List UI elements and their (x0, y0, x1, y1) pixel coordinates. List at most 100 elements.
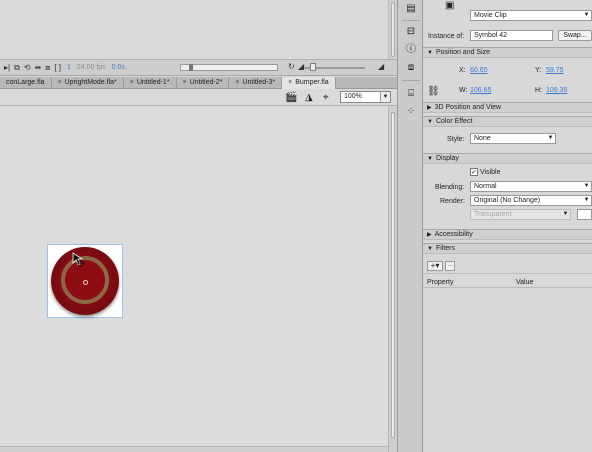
tab-label: UprightMode.fla* (64, 79, 117, 86)
tab-label: conLarge.fla (6, 79, 45, 86)
center-stage-icon[interactable]: ⌖ (323, 92, 329, 103)
clapper-icon[interactable]: 🎬 (285, 92, 297, 103)
style-select[interactable]: None ▼ (470, 133, 556, 144)
onion-skin-icon[interactable]: ⧉ (14, 63, 20, 73)
symbol-type-select[interactable]: Movie Clip ▼ (470, 10, 592, 21)
tab-document[interactable]: × Untitled-3* (229, 77, 283, 89)
chevron-down-icon: ▼ (547, 135, 554, 141)
chevron-down-icon: ▼ (562, 211, 569, 217)
filters-toolbar: +▾ − (423, 258, 592, 274)
edit-bar: 🎬 ◮ ⌖ 100% ▼ (0, 89, 397, 106)
tab-document[interactable]: × UprightMode.fla* (52, 77, 124, 89)
transparent-value: Transparent (474, 211, 512, 218)
background-color-swatch (577, 209, 592, 220)
visible-checkbox[interactable]: ✓ (470, 168, 478, 176)
document-tabs: conLarge.fla × UprightMode.fla* × Untitled… (0, 77, 397, 89)
tab-document[interactable]: × Untitled-1* (124, 77, 177, 89)
onion-outline-icon[interactable]: ⧈ (45, 63, 50, 73)
close-icon[interactable]: × (58, 77, 62, 89)
tab-label: Untitled-2* (189, 79, 223, 86)
close-icon[interactable]: × (288, 77, 292, 89)
section-display[interactable]: ▼ Display (423, 153, 592, 164)
timeline-scroll-knob[interactable] (189, 64, 193, 71)
move-cursor-icon (72, 252, 85, 267)
tab-document[interactable]: × Untitled-2* (177, 77, 230, 89)
filter-table-header: Property Value (423, 278, 592, 288)
center-frame-icon[interactable]: ⇹ (35, 63, 42, 72)
close-icon[interactable]: × (130, 77, 134, 89)
close-icon[interactable]: × (235, 77, 239, 89)
zoom-in-icon[interactable]: ◢ (378, 62, 384, 71)
zoom-out-icon[interactable]: ◢ (298, 62, 304, 71)
chevron-down-icon: ▼ (583, 12, 590, 18)
top-panel-scrollbar[interactable] (388, 0, 397, 59)
stage-horizontal-scrollbar[interactable] (0, 446, 388, 452)
properties-panel: ▣ Movie Clip ▼ Instance of: Symbol 42 Sw… (423, 0, 592, 452)
tab-label: Untitled-1* (136, 79, 170, 86)
divider (402, 20, 420, 21)
refresh-icon[interactable]: ↻ (288, 62, 295, 71)
blending-value: Normal (474, 183, 497, 190)
chevron-down-icon: ▼ (380, 92, 390, 102)
chevron-down-icon: ▼ (427, 50, 433, 56)
y-value[interactable]: 59.75 (546, 67, 564, 74)
timeline-zoom-knob[interactable] (310, 63, 316, 71)
swap-button[interactable]: Swap... (558, 30, 592, 41)
stage-zoom-select[interactable]: 100% ▼ (340, 91, 391, 103)
instance-of-label: Instance of: (428, 33, 465, 40)
w-value[interactable]: 106.65 (470, 87, 491, 94)
tab-document-active[interactable]: × Bumper.fla (282, 77, 336, 89)
instance-of-field: Symbol 42 (470, 30, 553, 41)
chevron-down-icon: ▼ (427, 246, 433, 252)
panel-dock: ▤ ⊟ ⓘ ⧈ ⌸ ⁘ (397, 0, 423, 452)
step-forward-icon[interactable]: ▸| (4, 63, 10, 72)
current-frame[interactable]: 1 (67, 64, 71, 71)
render-value: Original (No Change) (474, 197, 541, 204)
chevron-right-icon: ▶ (427, 232, 432, 238)
panel-area-top (0, 0, 397, 59)
add-filter-button[interactable]: +▾ (427, 261, 443, 271)
filter-list[interactable] (423, 289, 592, 452)
blending-select[interactable]: Normal ▼ (470, 181, 592, 192)
section-filters[interactable]: ▼ Filters (423, 243, 592, 254)
library-icon[interactable]: ⌸ (405, 88, 417, 100)
tab-label: Bumper.fla (295, 79, 329, 86)
scroll-thumb[interactable] (391, 112, 395, 438)
close-icon[interactable]: × (183, 77, 187, 89)
info-icon[interactable]: ⓘ (405, 44, 417, 56)
x-value[interactable]: 60.65 (470, 67, 488, 74)
tab-document[interactable]: conLarge.fla (0, 77, 52, 89)
align-icon[interactable]: ⊟ (405, 26, 417, 38)
edit-symbols-icon[interactable]: ◮ (305, 92, 313, 103)
edit-markers-icon[interactable]: [ ] (54, 63, 61, 72)
zoom-value: 100% (344, 93, 362, 100)
section-color-effect[interactable]: ▼ Color Effect (423, 116, 592, 127)
scroll-thumb[interactable] (391, 2, 395, 57)
link-icon[interactable]: ⛓ (427, 86, 440, 97)
tab-label: Untitled-3* (242, 79, 276, 86)
section-accessibility[interactable]: ▶ Accessibility (423, 229, 592, 240)
section-3d-position[interactable]: ▶ 3D Position and View (423, 102, 592, 113)
registration-point (83, 280, 88, 285)
elapsed-time[interactable]: 0.0s (112, 64, 125, 71)
components-icon[interactable]: ⁘ (405, 106, 417, 118)
properties-icon[interactable]: ▤ (405, 3, 417, 15)
section-title: Accessibility (434, 231, 473, 238)
section-title: Filters (435, 245, 456, 252)
render-label: Render: (440, 198, 465, 205)
timeline-scroll[interactable] (180, 64, 278, 71)
symbol-icon: ▣ (445, 0, 455, 11)
stage-vertical-scrollbar[interactable] (388, 106, 397, 452)
h-value[interactable]: 109.35 (546, 87, 567, 94)
value-column-header: Value (516, 279, 534, 286)
y-label: Y: (535, 67, 542, 74)
blending-label: Blending: (435, 184, 465, 191)
visible-label: Visible (480, 169, 501, 176)
section-position-size[interactable]: ▼ Position and Size (423, 47, 592, 58)
chevron-right-icon: ▶ (427, 105, 432, 111)
render-select[interactable]: Original (No Change) ▼ (470, 195, 592, 206)
frame-rate[interactable]: 24.00 fps (77, 64, 106, 71)
remove-filter-button[interactable]: − (445, 261, 455, 271)
loop-icon[interactable]: ⟲ (24, 63, 31, 72)
transform-icon[interactable]: ⧈ (405, 62, 417, 74)
